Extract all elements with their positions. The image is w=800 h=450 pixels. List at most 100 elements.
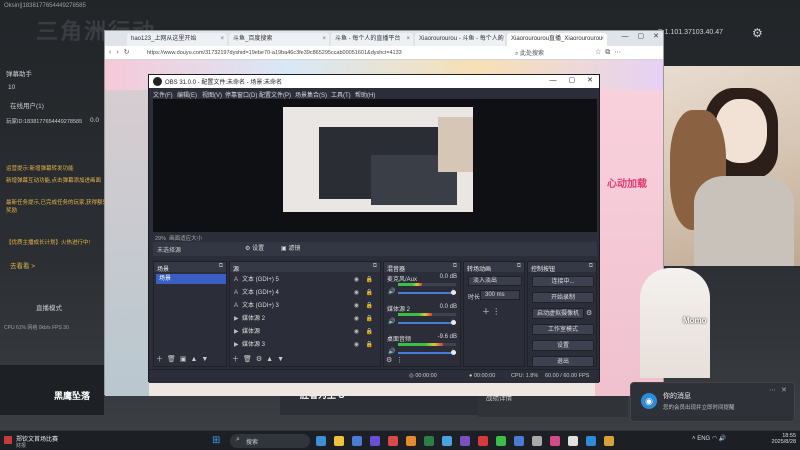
taskbar-app-icon[interactable]: [406, 436, 416, 446]
volume-slider[interactable]: [398, 350, 456, 355]
maximize-icon[interactable]: ▢: [569, 77, 576, 84]
float-icon[interactable]: ⧉: [589, 263, 593, 270]
volume-icon[interactable]: 🔊: [388, 348, 395, 355]
taskbar-app-icon[interactable]: [514, 436, 524, 446]
lock-icon[interactable]: 🔒: [366, 287, 373, 299]
close-icon[interactable]: ✕: [653, 33, 659, 40]
float-icon[interactable]: ⧉: [373, 263, 377, 270]
taskbar-app-icon[interactable]: [424, 436, 434, 446]
source-row[interactable]: A 文本 (GDI+) 5 ◉ 🔒: [232, 274, 377, 286]
close-icon[interactable]: ✕: [587, 77, 593, 84]
wifi-icon[interactable]: ◠: [712, 436, 717, 442]
close-icon[interactable]: ×: [322, 33, 326, 45]
taskbar-app-icon[interactable]: [334, 436, 344, 446]
menu-view[interactable]: 视图(V): [202, 90, 222, 99]
taskbar-app-icon[interactable]: [586, 436, 596, 446]
url-field[interactable]: https://www.douyu.com/31732197dyshid=19e…: [147, 48, 517, 58]
close-icon[interactable]: ✕: [781, 386, 787, 394]
mixer-toolbar[interactable]: ⚙⋮: [386, 356, 407, 364]
browser-tab[interactable]: Xiaorourourou - 斗鱼 - 每个人的 ×: [415, 33, 505, 46]
input-language[interactable]: ENG: [697, 436, 710, 442]
source-row[interactable]: ▶ 媒体源 ◉ 🔒: [232, 326, 377, 338]
browser-tab-active[interactable]: Xiaorourourou直播_Xiaorourourou ×: [507, 33, 607, 46]
taskbar-app-icon[interactable]: [496, 436, 506, 446]
preview-zoom[interactable]: 29% 画面适应大小: [155, 234, 202, 242]
start-recording-button[interactable]: 开始录制: [532, 292, 594, 303]
volume-slider[interactable]: [398, 320, 456, 325]
notification-toast[interactable]: ◉ 你的消息 您的会员出现并立即时间提醒 ⋯ ✕: [630, 382, 795, 422]
minimize-icon[interactable]: —: [622, 33, 629, 40]
taskbar-app-icon[interactable]: [550, 436, 560, 446]
menu-edit[interactable]: 编辑(E): [177, 90, 197, 99]
taskbar-app-icon[interactable]: [478, 436, 488, 446]
live-mode-button[interactable]: 直播模式: [36, 302, 62, 312]
taskbar-app-icon[interactable]: [352, 436, 362, 446]
scenes-toolbar[interactable]: ＋🗑▣▲▼: [156, 354, 212, 364]
browser-search-field[interactable]: ⌕ 此处搜索: [515, 48, 544, 58]
volume-icon[interactable]: 🔊: [719, 436, 726, 442]
taskbar-app-icon[interactable]: [442, 436, 452, 446]
more-icon[interactable]: ⋯: [769, 386, 776, 394]
volume-slider[interactable]: [398, 290, 456, 295]
menu-file[interactable]: 文件(F): [153, 90, 173, 99]
transition-toolbar[interactable]: ＋ ⋮: [482, 306, 500, 317]
more-icon[interactable]: ⋮: [450, 288, 456, 295]
eye-icon[interactable]: ◉: [354, 326, 359, 338]
properties-button[interactable]: ⚙ 设置: [245, 244, 264, 254]
close-icon[interactable]: ×: [600, 33, 604, 45]
taskbar-app-icon[interactable]: [568, 436, 578, 446]
volume-icon[interactable]: 🔊: [388, 318, 395, 325]
eye-icon[interactable]: ◉: [354, 313, 359, 325]
lock-icon[interactable]: 🔒: [366, 326, 373, 338]
online-users[interactable]: 在线用户(1): [10, 100, 44, 110]
gear-icon[interactable]: ⚙: [586, 309, 592, 317]
lock-icon[interactable]: 🔒: [366, 339, 373, 351]
float-icon[interactable]: ⧉: [219, 263, 223, 270]
browser-tab[interactable]: 斗鱼_百度搜索 ×: [229, 33, 329, 46]
studio-mode-button[interactable]: 工作室模式: [532, 324, 594, 335]
browser-tab[interactable]: hao123_上网从这里开始 ×: [127, 33, 227, 46]
taskbar-app-icon[interactable]: [316, 436, 326, 446]
exit-button[interactable]: 退出: [532, 356, 594, 367]
lock-icon[interactable]: 🔒: [366, 313, 373, 325]
game-tile[interactable]: 黑鹰坠落: [0, 365, 104, 415]
taskbar-app-icon[interactable]: [370, 436, 380, 446]
maximize-icon[interactable]: ▢: [638, 33, 645, 40]
see-more-link[interactable]: 去看看 >: [10, 260, 35, 270]
taskbar-app-icon[interactable]: [604, 436, 614, 446]
close-icon[interactable]: ×: [220, 33, 224, 45]
page-badge[interactable]: 心动加载: [607, 175, 647, 190]
transition-select[interactable]: 淡入淡出: [468, 276, 522, 286]
source-row[interactable]: ▶ 媒体源 3 ◉ 🔒: [232, 339, 377, 351]
volume-icon[interactable]: 🔊: [388, 288, 395, 295]
menu-docks[interactable]: 停靠窗口(D): [225, 90, 257, 99]
source-row[interactable]: ▶ 媒体源 2 ◉ 🔒: [232, 313, 377, 325]
clock[interactable]: 18:55 2025/8/28: [756, 433, 796, 445]
chevron-up-icon[interactable]: ˄: [692, 436, 696, 442]
nav-buttons[interactable]: ‹›↻: [109, 48, 135, 56]
taskbar-app-icon[interactable]: [532, 436, 542, 446]
eye-icon[interactable]: ◉: [354, 274, 359, 286]
taskbar-app-icon[interactable]: [460, 436, 470, 446]
lock-icon[interactable]: 🔒: [366, 274, 373, 286]
scene-item[interactable]: 场景: [156, 274, 226, 284]
eye-icon[interactable]: ◉: [354, 300, 359, 312]
minimize-icon[interactable]: —: [550, 77, 557, 84]
taskbar-app-icon[interactable]: [388, 436, 398, 446]
duration-input[interactable]: 300 ms: [480, 290, 520, 300]
float-icon[interactable]: ⧉: [453, 263, 457, 270]
gear-icon[interactable]: ⚙: [752, 26, 763, 40]
taskbar-search[interactable]: ⌕ 搜索: [230, 434, 310, 448]
lock-icon[interactable]: 🔒: [366, 300, 373, 312]
settings-button[interactable]: 设置: [532, 340, 594, 351]
source-row[interactable]: A 文本 (GDI+) 3 ◉ 🔒: [232, 300, 377, 312]
eye-icon[interactable]: ◉: [354, 287, 359, 299]
obs-preview[interactable]: [153, 99, 597, 232]
menu-scene-collection[interactable]: 场景集合(S): [295, 90, 327, 99]
toolbar-icons[interactable]: ☆⧉⋯: [595, 48, 625, 57]
menu-profile[interactable]: 配置文件(P): [259, 90, 291, 99]
eye-icon[interactable]: ◉: [354, 339, 359, 351]
sources-toolbar[interactable]: ＋🗑⚙▲▼: [232, 354, 288, 364]
menu-tools[interactable]: 工具(T): [331, 90, 351, 99]
stream-connecting-button[interactable]: 连接中...: [532, 276, 594, 287]
